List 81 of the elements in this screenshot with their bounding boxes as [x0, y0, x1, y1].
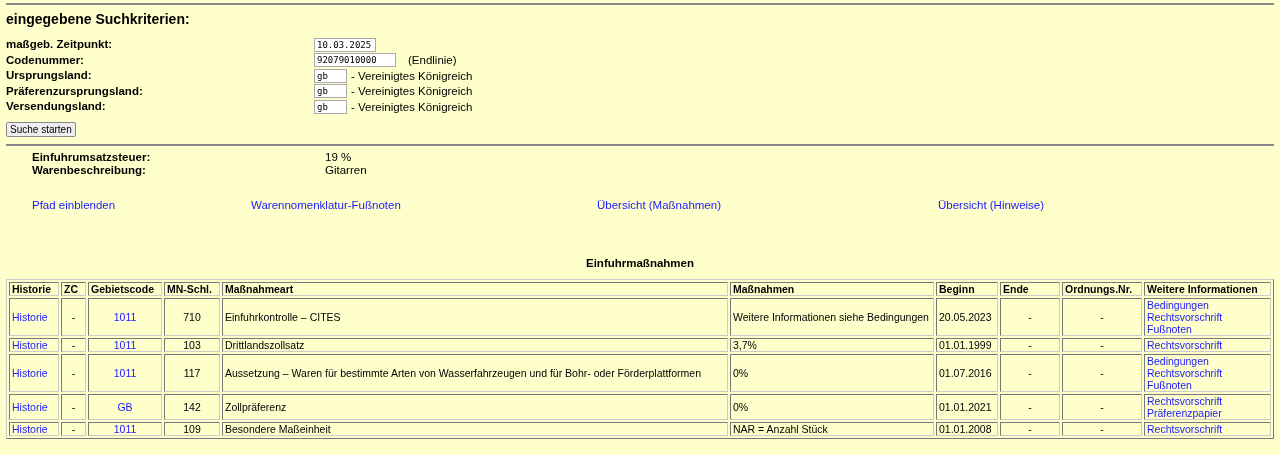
table-cell: - [1062, 421, 1142, 436]
table-cell: 710 [164, 297, 220, 336]
table-cell: 117 [164, 353, 220, 392]
field-label: Versendungsland: [6, 99, 107, 114]
column-header: Ende [1000, 281, 1060, 296]
field-note: - Vereinigtes Königreich [351, 85, 473, 98]
table-cell: Besondere Maßeinheit [222, 421, 728, 436]
table-cell: - [1000, 353, 1060, 392]
info-label: Warenbeschreibung: [32, 163, 147, 177]
table-cell: 103 [164, 337, 220, 352]
info-label: Einfuhrumsatzsteuer: [32, 150, 152, 164]
table-cell: 01.01.2021 [936, 393, 998, 420]
field-note: (Endlinie) [408, 54, 457, 67]
table-cell: 01.07.2016 [936, 353, 998, 392]
column-header: Maßnahmeart [222, 281, 728, 296]
input-field[interactable]: gb [314, 99, 347, 114]
field-note: - Vereinigtes Königreich [351, 69, 473, 82]
table-cell: - [1000, 337, 1060, 352]
search-button[interactable]: Suche starten [6, 121, 76, 137]
table-cell: Drittlandszollsatz [222, 337, 728, 352]
info-value: 19 % [325, 150, 353, 164]
table-cell: - [1000, 421, 1060, 436]
table-cell: 3,7% [730, 337, 934, 352]
table-cell: - [61, 297, 86, 336]
table-cell: - [1062, 353, 1142, 392]
input-field[interactable]: gb [314, 84, 347, 99]
link[interactable]: 1011 [113, 366, 137, 379]
table-cell: - [61, 393, 86, 420]
table-title: Einfuhrmaßnahmen [585, 256, 695, 269]
link[interactable]: 1011 [113, 310, 137, 323]
table-cell: 01.01.2008 [936, 421, 998, 436]
column-header: Historie [9, 281, 59, 296]
table-cell: 142 [164, 393, 220, 420]
table-cell: 01.01.1999 [936, 337, 998, 352]
table-cell: - [1062, 297, 1142, 336]
table-cell: Weitere Informationen siehe Bedingungen [730, 297, 934, 336]
link[interactable]: Bedingungen [1147, 298, 1268, 311]
column-header: Ordnungs.Nr. [1062, 281, 1142, 296]
link[interactable]: Rechtsvorschrift [1147, 366, 1268, 379]
link[interactable]: Übersicht (Maßnahmen) [597, 198, 721, 211]
table-cell: 0% [730, 353, 934, 392]
table-cell: - [1062, 337, 1142, 352]
column-header: MN-Schl. [164, 281, 220, 296]
table-cell: Aussetzung – Waren für bestimmte Arten von Wasserfahrzeugen und für Bohr- oder Förderplattformen [222, 353, 728, 392]
field-note: - Vereinigtes Königreich [351, 100, 473, 113]
table-cell: - [61, 353, 86, 392]
link[interactable]: Bedingungen [1147, 354, 1268, 367]
table-cell: - [61, 421, 86, 436]
field-label: maßgeb. Zeitpunkt: [6, 37, 114, 52]
field-label: Codenummer: [6, 52, 85, 68]
input-field[interactable]: gb [314, 68, 347, 83]
link[interactable]: Fußnoten [1147, 322, 1268, 335]
field-label: Ursprungsland: [6, 68, 93, 83]
info-value: Gitarren [325, 163, 368, 177]
link[interactable]: Präferenzpapier [1147, 406, 1268, 419]
link[interactable]: Warennomenklatur-Fußnoten [251, 198, 401, 211]
table-cell: - [1000, 393, 1060, 420]
column-header: Maßnahmen [730, 281, 934, 296]
link[interactable]: Übersicht (Hinweise) [938, 198, 1045, 211]
table-cell: - [61, 337, 86, 352]
column-header: Weitere Informationen [1144, 281, 1271, 296]
link[interactable]: Rechtsvorschrift [1147, 310, 1268, 323]
input-field[interactable]: 92079010000 [314, 53, 396, 68]
table-cell: 109 [164, 421, 220, 436]
column-header: ZC [61, 281, 86, 296]
table-cell: - [1062, 393, 1142, 420]
input-field[interactable]: 10.03.2025 [314, 37, 376, 52]
link[interactable]: Rechtsvorschrift [1147, 394, 1268, 407]
link[interactable]: Pfad einblenden [32, 198, 116, 211]
table-cell: 20.05.2023 [936, 297, 998, 336]
table-cell: Einfuhrkontrolle – CITES [222, 297, 728, 336]
table-cell: 0% [730, 393, 934, 420]
table-cell: - [1000, 297, 1060, 336]
link[interactable]: GB [117, 400, 133, 413]
table-cell: Zollpräferenz [222, 393, 728, 420]
link[interactable]: Fußnoten [1147, 378, 1268, 391]
table-cell: NAR = Anzahl Stück [730, 421, 934, 436]
field-label: Präferenzursprungsland: [6, 83, 144, 99]
column-header: Gebietscode [88, 281, 162, 296]
section-heading: eingegebene Suchkriterien: [6, 11, 191, 27]
column-header: Beginn [936, 281, 998, 296]
